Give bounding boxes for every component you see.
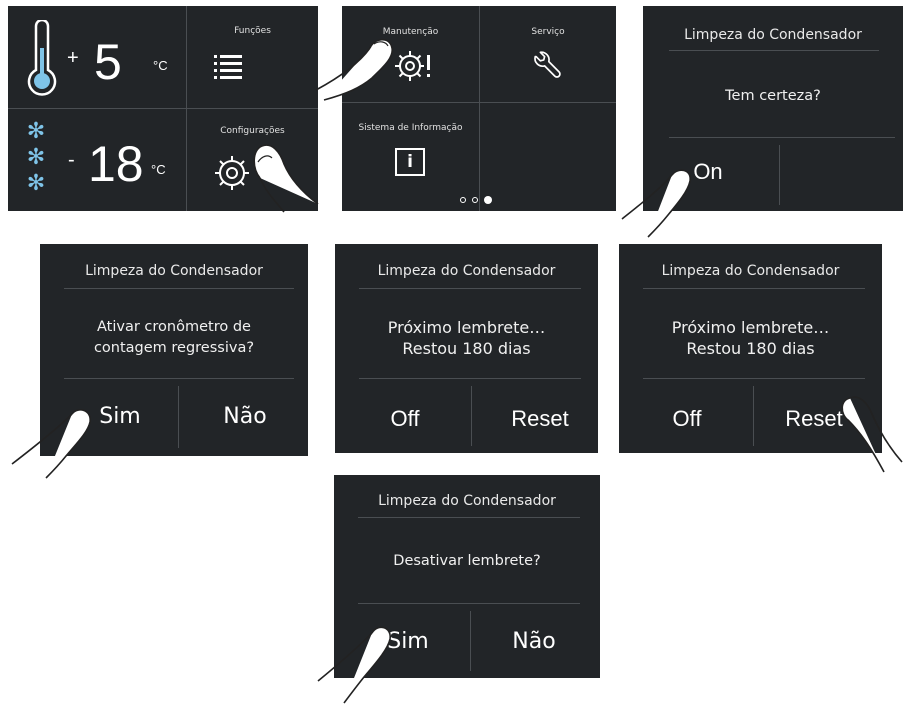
reset-button[interactable]: Reset	[759, 406, 869, 432]
configuracoes-label: Configurações	[220, 126, 285, 136]
gear-icon	[215, 156, 249, 190]
screen-title: Limpeza do Condensador	[85, 263, 263, 279]
reminder-screen: Limpeza do Condensador Próximo lembrete……	[335, 244, 598, 453]
servico-label: Serviço	[531, 27, 565, 37]
sistema-informacao-label: Sistema de Informação	[358, 123, 463, 133]
off-button[interactable]: Off	[355, 406, 455, 432]
sim-button[interactable]: Sim	[368, 629, 448, 654]
screen-title: Limpeza do Condensador	[377, 263, 556, 279]
reminder-message-line1: Próximo lembrete…	[387, 318, 546, 337]
fridge-temp-unit: °C	[153, 58, 168, 73]
confirm-message: Tem certeza?	[725, 88, 821, 104]
freezer-temp-value: 18	[88, 136, 144, 192]
funcoes-button[interactable]: Funções	[187, 6, 318, 108]
fridge-temp-value: 5	[94, 34, 122, 90]
gear-alert-icon	[395, 51, 430, 81]
sistema-informacao-button[interactable]: Sistema de Informação i	[342, 103, 479, 211]
reset-button[interactable]: Reset	[485, 406, 595, 432]
freezer-temp-sign: -	[68, 149, 75, 171]
info-icon: i	[395, 148, 425, 176]
configuracoes-button[interactable]: Configurações	[187, 109, 318, 211]
screen-title: Limpeza do Condensador	[661, 263, 840, 279]
thermometer-icon	[27, 20, 57, 96]
nao-button[interactable]: Não	[190, 404, 300, 429]
off-button[interactable]: Off	[637, 406, 737, 432]
sim-button[interactable]: Sim	[80, 404, 160, 429]
page-indicator	[460, 196, 500, 206]
fridge-temp-sign: +	[67, 47, 79, 69]
menu-screen: Manutenção Serviço Sistema de Informação…	[342, 6, 616, 211]
manutencao-label: Manutenção	[382, 27, 439, 37]
home-screen: + 5 °C ✻ ✻ ✻ - 18 °C Funções Configurações	[8, 6, 318, 211]
servico-button[interactable]: Serviço	[480, 6, 616, 102]
reminder-screen-reset: Limpeza do Condensador Próximo lembrete……	[619, 244, 882, 453]
screen-title: Limpeza do Condensador	[378, 493, 556, 509]
empty-button[interactable]	[780, 145, 903, 205]
manutencao-button[interactable]: Manutenção	[342, 6, 479, 102]
page-dot[interactable]	[460, 197, 466, 203]
funcoes-label: Funções	[234, 26, 271, 36]
countdown-screen: Limpeza do Condensador Ativar cronômetro…	[40, 244, 308, 456]
countdown-message-line2: contagem regressiva?	[93, 340, 255, 356]
countdown-message-line1: Ativar cronômetro de	[97, 319, 251, 335]
snowflake-icon: ✻ ✻ ✻	[26, 119, 46, 196]
disable-message: Desativar lembrete?	[393, 553, 541, 569]
on-button[interactable]: On	[673, 159, 743, 185]
reminder-message-line2: Restou 180 dias	[402, 339, 531, 358]
page-dot[interactable]	[472, 197, 478, 203]
list-icon	[214, 55, 242, 79]
confirm-screen: Limpeza do Condensador Tem certeza? On	[643, 6, 903, 211]
disable-reminder-screen: Limpeza do Condensador Desativar lembret…	[334, 475, 600, 678]
wrench-icon	[534, 51, 561, 78]
page-dot-active[interactable]	[484, 196, 492, 204]
nao-button[interactable]: Não	[484, 629, 584, 654]
reminder-message-line2: Restou 180 dias	[686, 339, 815, 358]
reminder-message-line1: Próximo lembrete…	[671, 318, 830, 337]
freezer-temp-unit: °C	[151, 162, 166, 177]
screen-title: Limpeza do Condensador	[684, 27, 862, 43]
